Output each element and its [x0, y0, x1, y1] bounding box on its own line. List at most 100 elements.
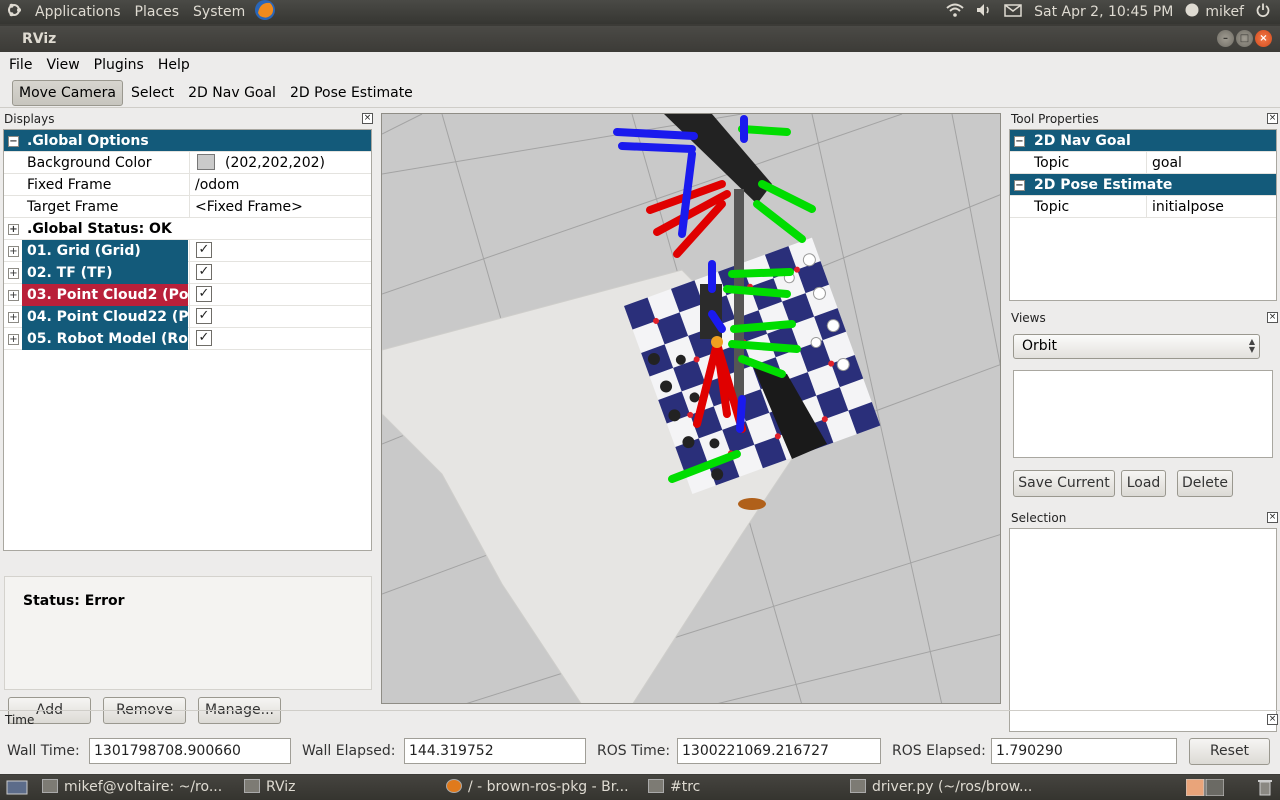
- 3d-viewport[interactable]: [381, 113, 1001, 704]
- expand-icon[interactable]: +: [8, 334, 19, 345]
- taskbar-item-editor[interactable]: driver.py (~/ros/brow...: [850, 775, 1040, 800]
- selection-title: Selection: [1011, 511, 1067, 525]
- task-label: driver.py (~/ros/brow...: [872, 779, 1033, 795]
- ros-time-field[interactable]: 1300221069.216727: [677, 738, 881, 764]
- trash-icon[interactable]: [1258, 779, 1272, 800]
- display-item-point-cloud22[interactable]: + 04. Point Cloud22 (PointCloud2) ✓: [4, 306, 371, 328]
- expand-icon[interactable]: +: [8, 290, 19, 301]
- tool-properties-title: Tool Properties: [1011, 112, 1099, 126]
- collapse-icon[interactable]: −: [1014, 136, 1025, 147]
- display-item-robot-model[interactable]: + 05. Robot Model (RobotModel) ✓: [4, 328, 371, 350]
- menu-bar: File View Plugins Help: [0, 52, 1280, 78]
- window-icon: [244, 778, 260, 793]
- pose-estimate-topic-row[interactable]: Topic initialpose: [1010, 196, 1276, 218]
- view-type-select[interactable]: Orbit ▲ ▼: [1013, 334, 1260, 359]
- task-label: #trc: [670, 779, 701, 795]
- close-panel-icon[interactable]: ×: [1267, 714, 1278, 725]
- close-panel-icon[interactable]: ×: [362, 113, 373, 124]
- display-item-tf[interactable]: + 02. TF (TF) ✓: [4, 262, 371, 284]
- display-item-label: 01. Grid (Grid): [22, 240, 188, 262]
- expand-icon[interactable]: +: [8, 224, 19, 235]
- top-panel: Applications Places System Sat Apr 2, 10…: [0, 0, 1280, 24]
- taskbar-item-irc[interactable]: #trc: [648, 775, 838, 800]
- display-item-grid[interactable]: + 01. Grid (Grid) ✓: [4, 240, 371, 262]
- nav-goal-tool[interactable]: 2D Nav Goal: [182, 81, 282, 105]
- maximize-icon[interactable]: □: [1236, 30, 1253, 47]
- mail-icon[interactable]: [998, 3, 1028, 21]
- selection-tree[interactable]: [1009, 528, 1277, 732]
- tool-bar: Move Camera Select 2D Nav Goal 2D Pose E…: [0, 78, 1280, 108]
- target-frame-row[interactable]: Target Frame <Fixed Frame>: [4, 196, 371, 218]
- global-status-row[interactable]: + .Global Status: OK: [4, 218, 371, 240]
- nav-goal-topic-row[interactable]: Topic goal: [1010, 152, 1276, 174]
- view-menu[interactable]: View: [39, 57, 86, 73]
- window-titlebar[interactable]: RViz – □ ×: [0, 26, 1280, 52]
- close-icon[interactable]: ×: [1255, 30, 1272, 47]
- collapse-icon[interactable]: −: [8, 136, 19, 147]
- fixed-frame-row[interactable]: Fixed Frame /odom: [4, 174, 371, 196]
- select-tool[interactable]: Select: [125, 81, 180, 105]
- global-options-row[interactable]: − .Global Options: [4, 130, 371, 152]
- background-color-value: (202,202,202): [225, 155, 325, 171]
- display-item-point-cloud2[interactable]: + 03. Point Cloud2 (PointCloud2) ✓: [4, 284, 371, 306]
- pose-estimate-group[interactable]: − 2D Pose Estimate: [1010, 174, 1276, 196]
- enable-checkbox[interactable]: ✓: [196, 307, 212, 324]
- prop-value[interactable]: /odom: [189, 174, 371, 196]
- file-menu[interactable]: File: [2, 57, 39, 73]
- task-label: RViz: [266, 779, 296, 795]
- enable-checkbox[interactable]: ✓: [196, 241, 212, 258]
- scene-render[interactable]: [382, 114, 1001, 704]
- prop-value[interactable]: <Fixed Frame>: [189, 196, 371, 218]
- ros-elapsed-field[interactable]: 1.790290: [991, 738, 1177, 764]
- power-icon[interactable]: [1250, 3, 1280, 21]
- taskbar-item-terminal[interactable]: mikef@voltaire: ~/ro...: [42, 775, 232, 800]
- expand-icon[interactable]: +: [8, 312, 19, 323]
- taskbar-item-rviz[interactable]: RViz: [244, 775, 434, 800]
- enable-checkbox[interactable]: ✓: [196, 285, 212, 302]
- system-menu[interactable]: System: [186, 0, 252, 24]
- ubuntu-logo-icon[interactable]: [6, 2, 22, 22]
- close-panel-icon[interactable]: ×: [1267, 312, 1278, 323]
- reset-button[interactable]: Reset: [1189, 738, 1270, 765]
- close-panel-icon[interactable]: ×: [1267, 512, 1278, 523]
- save-current-button[interactable]: Save Current: [1013, 470, 1115, 497]
- close-panel-icon[interactable]: ×: [1267, 113, 1278, 124]
- views-list[interactable]: [1013, 370, 1273, 458]
- wall-time-field[interactable]: 1301798708.900660: [89, 738, 291, 764]
- places-menu[interactable]: Places: [128, 0, 187, 24]
- nav-goal-group[interactable]: − 2D Nav Goal: [1010, 130, 1276, 152]
- plugins-menu[interactable]: Plugins: [87, 57, 151, 73]
- clock[interactable]: Sat Apr 2, 10:45 PM: [1028, 4, 1179, 20]
- prop-value[interactable]: initialpose: [1146, 196, 1276, 218]
- right-panels: Tool Properties × − 2D Nav Goal Topic go…: [1007, 112, 1280, 732]
- expand-icon[interactable]: +: [8, 246, 19, 257]
- expand-icon[interactable]: +: [8, 268, 19, 279]
- wifi-icon[interactable]: [940, 3, 970, 21]
- group-label: 2D Nav Goal: [1034, 133, 1131, 149]
- load-button[interactable]: Load: [1121, 470, 1166, 497]
- applications-menu[interactable]: Applications: [28, 0, 128, 24]
- minimize-icon[interactable]: –: [1217, 30, 1234, 47]
- color-swatch[interactable]: [197, 153, 215, 170]
- help-menu[interactable]: Help: [151, 57, 197, 73]
- robot-arm-pole: [734, 189, 744, 409]
- enable-checkbox[interactable]: ✓: [196, 329, 212, 346]
- delete-button[interactable]: Delete: [1177, 470, 1233, 497]
- background-color-row[interactable]: Background Color (202,202,202): [4, 152, 371, 174]
- window-title: RViz: [22, 31, 57, 47]
- pose-estimate-tool[interactable]: 2D Pose Estimate: [284, 81, 419, 105]
- prop-value[interactable]: goal: [1146, 152, 1276, 174]
- user-name[interactable]: mikef: [1199, 4, 1250, 20]
- enable-checkbox[interactable]: ✓: [196, 263, 212, 280]
- firefox-icon[interactable]: [254, 0, 276, 25]
- workspace-switcher-icon[interactable]: [1185, 778, 1225, 800]
- show-desktop-icon[interactable]: [6, 780, 28, 799]
- volume-icon[interactable]: [970, 3, 998, 21]
- status-box: Status: Error: [4, 576, 372, 690]
- move-camera-tool[interactable]: Move Camera: [12, 79, 123, 106]
- time-title: Time: [5, 713, 35, 727]
- wall-elapsed-field[interactable]: 144.319752: [404, 738, 586, 764]
- taskbar-item-browser[interactable]: / - brown-ros-pkg - Br...: [446, 775, 636, 800]
- prop-value[interactable]: (202,202,202): [189, 152, 371, 174]
- collapse-icon[interactable]: −: [1014, 180, 1025, 191]
